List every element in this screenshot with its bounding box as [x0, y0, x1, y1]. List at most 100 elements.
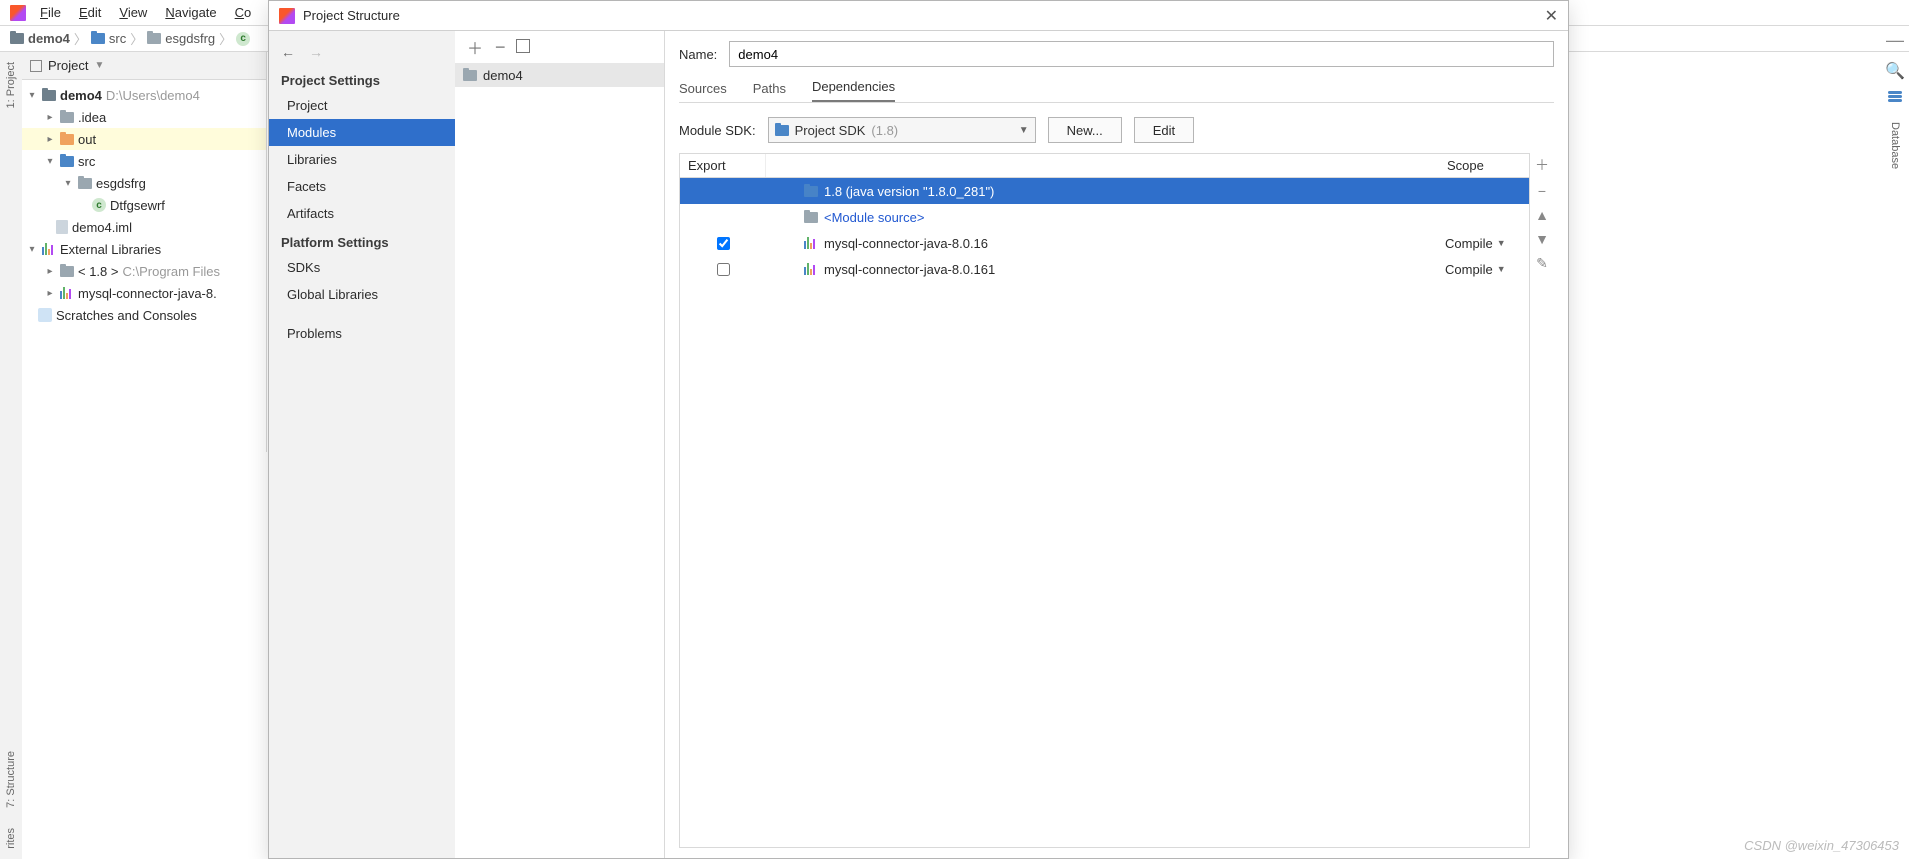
tree-mysql-lib[interactable]: ▸ mysql-connector-java-8.: [22, 282, 266, 304]
menu-view[interactable]: View: [115, 3, 151, 22]
tree-jdk[interactable]: ▸ < 1.8 > C:\Program Files: [22, 260, 266, 282]
export-checkbox[interactable]: [717, 237, 730, 250]
chevron-right-icon: 〉: [74, 29, 87, 48]
tree-out[interactable]: ▸ out: [22, 128, 266, 150]
tree-iml[interactable]: demo4.iml: [22, 216, 266, 238]
intellij-logo-icon: [10, 5, 26, 21]
chevron-right-icon: ▸: [44, 134, 56, 145]
project-tree: ▾ demo4 D:\Users\demo4 ▸ .idea ▸ out ▾ s…: [22, 80, 266, 330]
library-icon: [804, 237, 818, 249]
tree-class[interactable]: c Dtfgsewrf: [22, 194, 266, 216]
chevron-down-icon: ▾: [44, 156, 56, 167]
search-icon[interactable]: 🔍: [1885, 61, 1905, 81]
chevron-right-icon: ▸: [44, 288, 56, 299]
project-tool-tab[interactable]: 1: Project: [3, 52, 19, 118]
breadcrumb-pkg[interactable]: esgdsfrg: [147, 31, 215, 46]
tab-dependencies[interactable]: Dependencies: [812, 79, 895, 102]
dep-row-module-src[interactable]: <Module source>: [680, 204, 1529, 230]
minimize-icon[interactable]: —: [1886, 30, 1904, 51]
tab-paths[interactable]: Paths: [753, 81, 786, 102]
database-tool-tab[interactable]: Database: [1889, 122, 1901, 169]
project-structure-dialog: Project Structure ✕ ← → Project Settings…: [268, 0, 1569, 859]
folder-icon: [147, 33, 161, 44]
nav-libraries[interactable]: Libraries: [269, 146, 455, 173]
edit-sdk-button[interactable]: Edit: [1134, 117, 1194, 143]
chevron-right-icon: ▸: [44, 266, 56, 277]
breadcrumb-src[interactable]: src: [91, 31, 126, 46]
new-sdk-button[interactable]: New...: [1048, 117, 1122, 143]
module-name-input[interactable]: [729, 41, 1554, 67]
edit-dependency-icon[interactable]: ✎: [1536, 255, 1548, 272]
col-scope: Scope: [1439, 154, 1529, 177]
dep-row-lib2[interactable]: mysql-connector-java-8.0.161 Compile▼: [680, 256, 1529, 282]
menu-edit[interactable]: Edit: [75, 3, 105, 22]
sdk-icon: [804, 186, 818, 197]
col-export: Export: [680, 154, 766, 177]
remove-dependency-icon[interactable]: −: [1538, 183, 1546, 199]
out-folder-icon: [60, 134, 74, 145]
tree-scratches[interactable]: Scratches and Consoles: [22, 304, 266, 326]
nav-sdks[interactable]: SDKs: [269, 254, 455, 281]
nav-heading-platform-settings: Platform Settings: [269, 227, 455, 254]
menu-navigate[interactable]: Navigate: [161, 3, 220, 22]
dialog-title-bar: Project Structure ✕: [269, 1, 1568, 31]
tree-ext-libs[interactable]: ▾ External Libraries: [22, 238, 266, 260]
back-icon[interactable]: ←: [281, 44, 295, 60]
package-icon: [78, 178, 92, 189]
nav-artifacts[interactable]: Artifacts: [269, 200, 455, 227]
favorites-tool-tab[interactable]: rites: [3, 818, 19, 859]
scope-select[interactable]: Compile▼: [1439, 262, 1529, 277]
close-icon[interactable]: ✕: [1545, 6, 1558, 26]
dep-row-sdk[interactable]: 1.8 (java version "1.8.0_281"): [680, 178, 1529, 204]
module-folder-icon: [463, 70, 477, 81]
module-sdk-label: Module SDK:: [679, 123, 756, 138]
database-icon[interactable]: [1888, 91, 1902, 102]
folder-icon: [60, 112, 74, 123]
tree-src[interactable]: ▾ src: [22, 150, 266, 172]
right-tool-strip: — 🔍 Database: [1881, 30, 1909, 90]
project-folder-icon: [42, 90, 56, 101]
src-folder-icon: [60, 156, 74, 167]
chevron-down-icon: ▾: [26, 244, 38, 255]
scratches-icon: [38, 308, 52, 322]
add-module-icon[interactable]: ＋: [467, 35, 483, 59]
module-tabs: Sources Paths Dependencies: [679, 77, 1554, 103]
move-up-icon[interactable]: ▲: [1535, 207, 1549, 223]
add-dependency-icon[interactable]: ＋: [1535, 155, 1549, 175]
tab-sources[interactable]: Sources: [679, 81, 727, 102]
module-row[interactable]: demo4: [455, 63, 664, 87]
structure-tool-tab[interactable]: 7: Structure: [3, 741, 19, 818]
tree-pkg[interactable]: ▾ esgdsfrg: [22, 172, 266, 194]
module-sdk-select[interactable]: Project SDK (1.8) ▼: [768, 117, 1036, 143]
iml-file-icon: [56, 220, 68, 234]
nav-project[interactable]: Project: [269, 92, 455, 119]
scope-select[interactable]: Compile▼: [1439, 236, 1529, 251]
dialog-title: Project Structure: [303, 8, 400, 23]
nav-problems[interactable]: Problems: [269, 320, 455, 347]
menu-code[interactable]: Co: [231, 3, 256, 22]
dep-row-lib1[interactable]: mysql-connector-java-8.0.16 Compile▼: [680, 230, 1529, 256]
class-icon: c: [92, 198, 106, 212]
nav-global-libs[interactable]: Global Libraries: [269, 281, 455, 308]
left-tool-gutter: 1: Project 7: Structure rites: [0, 52, 22, 859]
folder-icon: [804, 212, 818, 223]
table-header: Export Scope: [680, 154, 1529, 178]
nav-facets[interactable]: Facets: [269, 173, 455, 200]
nav-heading-project-settings: Project Settings: [269, 65, 455, 92]
move-down-icon[interactable]: ▼: [1535, 231, 1549, 247]
module-list-panel: ＋ − demo4: [455, 31, 665, 858]
remove-module-icon[interactable]: −: [495, 37, 506, 58]
chevron-right-icon: 〉: [219, 29, 232, 48]
tree-root[interactable]: ▾ demo4 D:\Users\demo4: [22, 84, 266, 106]
export-checkbox[interactable]: [717, 263, 730, 276]
copy-module-icon[interactable]: [518, 41, 530, 53]
menu-file[interactable]: FFileile: [36, 3, 65, 22]
tree-idea[interactable]: ▸ .idea: [22, 106, 266, 128]
nav-modules[interactable]: Modules: [269, 119, 455, 146]
module-details-panel: Name: Sources Paths Dependencies Module …: [665, 31, 1568, 858]
project-view-icon: [30, 60, 42, 72]
chevron-down-icon: ▼: [1019, 125, 1029, 136]
project-tool-header[interactable]: Project ▼: [22, 52, 266, 80]
intellij-logo-icon: [279, 8, 295, 24]
breadcrumb-project[interactable]: demo4: [10, 31, 70, 46]
